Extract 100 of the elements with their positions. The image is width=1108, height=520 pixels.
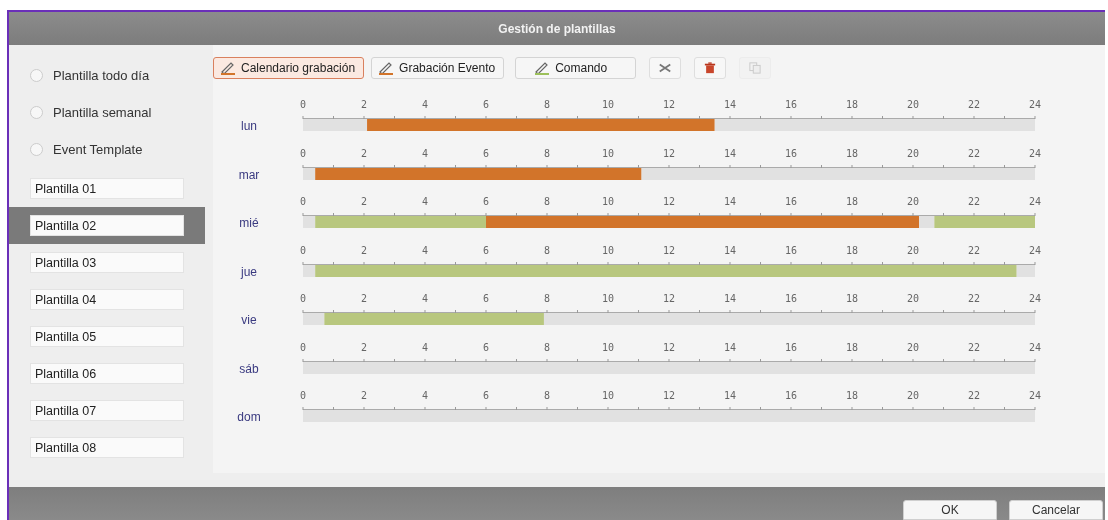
- copy-icon: [748, 62, 763, 74]
- hour-label: 20: [907, 341, 919, 353]
- hour-label: 22: [968, 293, 980, 304]
- hour-label: 20: [907, 196, 919, 207]
- hour-label: 18: [846, 147, 858, 159]
- hour-label: 2: [361, 244, 367, 256]
- brush-button[interactable]: Comando: [515, 57, 637, 79]
- hour-label: 0: [300, 390, 306, 401]
- schedule-segment[interactable]: [315, 216, 486, 228]
- hour-label: 14: [724, 196, 736, 207]
- hour-label: 10: [602, 196, 614, 207]
- radio-label[interactable]: Plantilla semanal: [53, 105, 152, 120]
- day-label: mar: [238, 167, 260, 182]
- hour-label: 4: [422, 147, 428, 159]
- radio-button[interactable]: [30, 143, 43, 156]
- hour-label: 10: [602, 99, 614, 110]
- hour-label: 20: [907, 99, 919, 110]
- template-item[interactable]: Plantilla 06: [30, 363, 184, 384]
- hour-label: 6: [483, 390, 489, 401]
- schedule-segment[interactable]: [934, 216, 1035, 228]
- hour-label: 0: [300, 293, 306, 304]
- hour-label: 24: [1029, 147, 1041, 159]
- hour-label: 8: [544, 99, 550, 110]
- schedule-segment[interactable]: [324, 313, 544, 325]
- radio-button[interactable]: [30, 69, 43, 82]
- hour-label: 12: [663, 293, 675, 304]
- radio-button[interactable]: [30, 106, 43, 119]
- template-item[interactable]: Plantilla 04: [30, 289, 184, 310]
- hour-label: 14: [724, 99, 736, 110]
- hour-label: 22: [968, 244, 980, 256]
- hour-label: 12: [663, 341, 675, 353]
- hour-label: 24: [1029, 390, 1041, 401]
- hour-label: 2: [361, 196, 367, 207]
- hour-label: 2: [361, 99, 367, 110]
- day-label: dom: [237, 410, 261, 424]
- hour-label: 20: [907, 147, 919, 159]
- delete-button[interactable]: [694, 57, 727, 79]
- hour-label: 16: [785, 99, 797, 110]
- hour-label: 4: [422, 244, 428, 256]
- hour-label: 16: [785, 341, 797, 353]
- hour-label: 24: [1029, 196, 1041, 207]
- hour-label: 8: [544, 293, 550, 304]
- day-label: jue: [241, 264, 257, 279]
- hour-label: 8: [544, 244, 550, 256]
- hour-label: 22: [968, 341, 980, 353]
- brush-button[interactable]: Grabación Evento: [371, 57, 505, 79]
- hour-label: 0: [300, 147, 306, 159]
- hour-label: 2: [361, 341, 367, 353]
- hour-label: 6: [483, 99, 489, 110]
- template-item[interactable]: Plantilla 02: [30, 215, 184, 236]
- template-item[interactable]: Plantilla 03: [30, 252, 184, 273]
- hour-label: 22: [968, 390, 980, 401]
- hour-label: 6: [483, 196, 489, 207]
- clear-button[interactable]: [649, 57, 682, 79]
- day-label: lun: [241, 119, 257, 133]
- hour-label: 22: [968, 99, 980, 110]
- hour-label: 20: [907, 390, 919, 401]
- schedule-segment[interactable]: [367, 119, 715, 131]
- hour-label: 12: [663, 390, 675, 401]
- day-label: sáb: [239, 361, 259, 376]
- hour-label: 14: [724, 244, 736, 256]
- radio-label[interactable]: Plantilla todo día: [53, 68, 150, 83]
- dialog-button[interactable]: Cancelar: [1009, 500, 1103, 520]
- hour-label: 14: [724, 293, 736, 304]
- hour-label: 4: [422, 293, 428, 304]
- hour-label: 6: [483, 293, 489, 304]
- hour-label: 16: [785, 147, 797, 159]
- hour-label: 8: [544, 341, 550, 353]
- brush-button[interactable]: Calendario grabación: [213, 57, 365, 79]
- hour-label: 18: [846, 341, 858, 353]
- hour-label: 8: [544, 147, 550, 159]
- hour-label: 0: [300, 196, 306, 207]
- hour-label: 10: [602, 244, 614, 256]
- template-item[interactable]: Plantilla 01: [30, 178, 184, 199]
- hour-label: 2: [361, 293, 367, 304]
- template-item[interactable]: Plantilla 08: [30, 437, 184, 458]
- hour-label: 12: [663, 196, 675, 207]
- trash-icon: [703, 62, 718, 74]
- hour-label: 24: [1029, 244, 1041, 256]
- hour-label: 0: [300, 99, 306, 110]
- hour-label: 12: [663, 244, 675, 256]
- dialog-button[interactable]: OK: [903, 500, 997, 520]
- hour-label: 24: [1029, 341, 1041, 353]
- schedule-segment[interactable]: [486, 216, 920, 228]
- empty-slot[interactable]: [303, 410, 1035, 422]
- hour-label: 6: [483, 244, 489, 256]
- hour-label: 18: [846, 244, 858, 256]
- hour-label: 4: [422, 390, 428, 401]
- radio-label[interactable]: Event Template: [53, 142, 143, 157]
- template-item[interactable]: Plantilla 07: [30, 400, 184, 421]
- template-item[interactable]: Plantilla 05: [30, 326, 184, 347]
- hour-label: 14: [724, 390, 736, 401]
- hour-label: 0: [300, 244, 306, 256]
- hour-label: 16: [785, 244, 797, 256]
- cross-icon: [658, 62, 673, 74]
- hour-label: 12: [663, 147, 675, 159]
- hour-label: 6: [483, 341, 489, 353]
- hour-label: 10: [602, 390, 614, 401]
- hour-label: 18: [846, 99, 858, 110]
- day-label: mié: [239, 216, 259, 230]
